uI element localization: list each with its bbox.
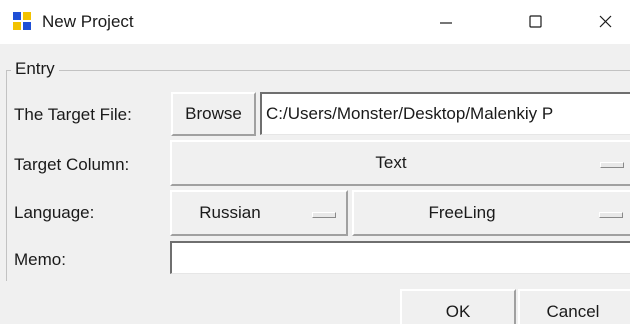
language-label: Language:: [14, 203, 95, 222]
app-grid-icon: [12, 11, 32, 31]
language-value: Russian: [199, 203, 261, 222]
analyzer-menu-indicator-icon: [599, 212, 623, 218]
target-column-label: Target Column:: [14, 155, 130, 174]
minimize-button[interactable]: [418, 0, 474, 44]
minimize-icon: [440, 22, 452, 24]
new-project-window: New Project Entry The Target File: Brows…: [0, 0, 630, 324]
target-file-value: C:/Users/Monster/Desktop/Malenkiy P: [266, 104, 554, 123]
maximize-icon: [529, 15, 542, 28]
entry-group-legend: Entry: [11, 58, 59, 80]
analyzer-value: FreeLing: [428, 203, 496, 222]
target-column-dropdown[interactable]: Text: [170, 140, 630, 186]
cancel-button[interactable]: Cancel: [518, 289, 630, 324]
close-icon: [599, 15, 612, 28]
analyzer-dropdown[interactable]: FreeLing: [352, 190, 630, 236]
target-column-menu-indicator-icon: [600, 162, 624, 168]
title-bar[interactable]: New Project: [0, 0, 630, 44]
language-menu-indicator-icon: [312, 212, 336, 218]
cancel-button-label: Cancel: [546, 302, 600, 321]
memo-field[interactable]: [170, 241, 630, 274]
maximize-button[interactable]: [507, 0, 563, 44]
ok-button[interactable]: OK: [400, 289, 516, 324]
browse-button-label: Browse: [185, 104, 242, 123]
browse-button[interactable]: Browse: [171, 92, 256, 136]
target-file-field[interactable]: C:/Users/Monster/Desktop/Malenkiy P: [260, 92, 630, 135]
ok-button-label: OK: [445, 302, 471, 321]
window-title: New Project: [42, 12, 134, 31]
target-column-value: Text: [375, 153, 407, 172]
target-file-label: The Target File:: [14, 105, 132, 124]
close-button[interactable]: [580, 0, 630, 44]
memo-label: Memo:: [14, 250, 66, 269]
language-dropdown[interactable]: Russian: [170, 190, 348, 236]
